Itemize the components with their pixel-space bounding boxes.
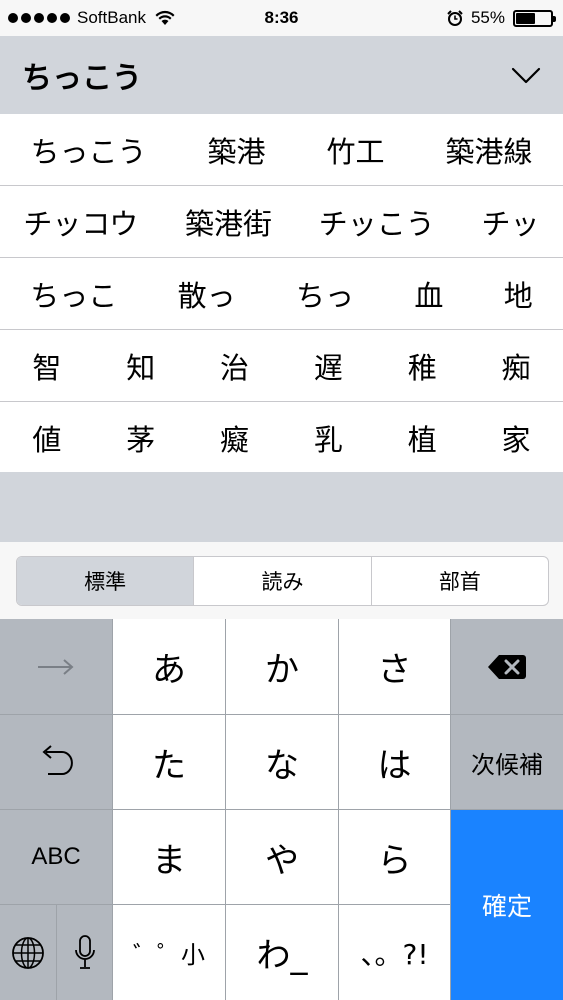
candidate-item[interactable]: 地 [504, 273, 533, 315]
key-ka[interactable]: か [226, 619, 339, 715]
carrier-name: SoftBank [77, 8, 146, 27]
segment-reading[interactable]: 読み [194, 557, 372, 605]
candidate-item[interactable]: ちっこう [30, 129, 146, 171]
candidate-item[interactable]: 知 [94, 345, 187, 387]
wifi-icon [155, 10, 175, 25]
key-na[interactable]: な [226, 715, 339, 810]
candidate-item[interactable]: 痴 [470, 345, 563, 387]
status-bar: SoftBank 8:36 55% [0, 0, 563, 36]
cursor-forward-key[interactable] [0, 619, 113, 715]
candidate-item[interactable]: 築港街 [185, 201, 272, 243]
candidate-item[interactable]: 智 [0, 345, 93, 387]
candidate-item[interactable]: 値 [0, 417, 93, 459]
key-sa[interactable]: さ [339, 619, 451, 715]
candidate-item[interactable]: ちっ [296, 273, 354, 315]
battery-percentage: 55% [470, 8, 505, 27]
candidate-filter-segmented-control: 標準 読み 部首 [16, 556, 549, 606]
abc-key[interactable]: ABC [0, 810, 113, 905]
candidate-item[interactable]: 植 [376, 417, 469, 459]
candidate-item[interactable]: 遅 [282, 345, 375, 387]
segment-standard[interactable]: 標準 [17, 557, 195, 605]
candidate-item[interactable]: 血 [414, 273, 443, 315]
candidate-row: ちっこう 築港 竹工 築港線 [0, 114, 563, 186]
confirm-key[interactable]: 確定 [451, 810, 563, 1000]
composition-text: ちっこう [22, 61, 142, 96]
key-ta[interactable]: た [113, 715, 226, 810]
globe-key[interactable] [0, 905, 57, 1000]
next-candidate-key[interactable]: 次候補 [451, 715, 563, 810]
candidate-item[interactable]: チッコウ [23, 201, 138, 243]
candidate-spacer [0, 472, 563, 542]
candidate-row: チッコウ 築港街 チッこう チッ [0, 186, 563, 258]
undo-icon [42, 745, 73, 775]
key-ha[interactable]: は [339, 715, 451, 810]
candidate-item[interactable]: 乳 [282, 417, 375, 459]
kana-keyboard: あ か さ た な は 次候補 ABC ま や ら 確定 ゛゜小 わ_ 、。?! [0, 619, 563, 1000]
candidate-list: ちっこう 築港 竹工 築港線 チッコウ 築港街 チッこう チッ ちっこ 散っ ち… [0, 114, 563, 474]
key-dakuten[interactable]: ゛゜小 [113, 905, 226, 1000]
candidate-item[interactable]: 茅 [94, 417, 187, 459]
undo-key[interactable] [0, 715, 113, 810]
candidate-item[interactable]: 築港 [207, 129, 265, 171]
candidate-item[interactable]: チッ [482, 201, 540, 243]
candidate-item[interactable]: 築港線 [445, 129, 532, 171]
candidate-item[interactable]: チッこう [319, 201, 435, 243]
candidate-item[interactable]: 家 [470, 417, 563, 459]
candidate-filter-bar: 標準 読み 部首 [0, 542, 563, 619]
key-a[interactable]: あ [113, 619, 226, 715]
candidate-row: ちっこ 散っ ちっ 血 地 [0, 258, 563, 330]
candidate-item[interactable]: 散っ [178, 273, 236, 315]
key-wa[interactable]: わ_ [226, 905, 339, 1000]
candidate-item[interactable]: 稚 [376, 345, 469, 387]
backspace-icon [488, 654, 526, 679]
signal-strength-icon [8, 13, 70, 23]
candidate-item[interactable]: 竹工 [326, 129, 384, 171]
candidate-row: 智 知 治 遅 稚 痴 [0, 330, 563, 402]
arrow-right-icon [38, 658, 74, 675]
alarm-clock-icon [447, 10, 463, 26]
candidate-item[interactable]: ちっこ [30, 273, 117, 315]
microphone-icon [74, 934, 95, 969]
battery-icon [513, 9, 556, 27]
candidate-item[interactable]: 癡 [188, 417, 281, 459]
chevron-down-icon[interactable] [509, 58, 543, 92]
dictation-key[interactable] [57, 905, 113, 1000]
key-punctuation[interactable]: 、。?! [339, 905, 451, 1000]
delete-key[interactable] [451, 619, 563, 715]
key-ma[interactable]: ま [113, 810, 226, 905]
key-ya[interactable]: や [226, 810, 339, 905]
globe-icon [12, 936, 44, 969]
segment-radical[interactable]: 部首 [372, 557, 548, 605]
candidate-item[interactable]: 治 [188, 345, 281, 387]
key-ra[interactable]: ら [339, 810, 451, 905]
composition-bar: ちっこう [0, 36, 563, 114]
candidate-row: 値 茅 癡 乳 植 家 [0, 402, 563, 474]
